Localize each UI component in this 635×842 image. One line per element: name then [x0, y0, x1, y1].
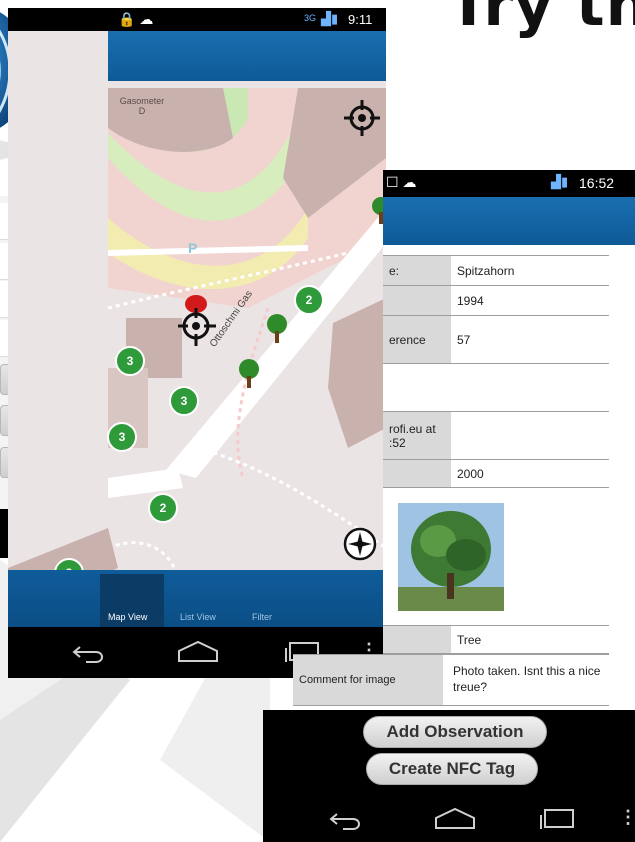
table-row: e: Spitzahorn	[383, 255, 609, 286]
home-icon[interactable]	[176, 639, 220, 665]
detail-phone: ☐ ☁ ▟▮ 16:52 e: Spitzahorn 1994 erence 5…	[263, 170, 635, 842]
row-label	[383, 459, 451, 488]
headline-title: Try th	[448, 0, 635, 40]
row-value: 2000	[451, 459, 609, 488]
current-location-marker[interactable]	[174, 294, 218, 350]
row-value: 57	[451, 315, 609, 364]
row-label: Comment for image	[293, 655, 443, 705]
row-value: Photo taken. Isnt this a nice treue?	[453, 664, 601, 694]
table-row: rofi.eu at :52	[383, 411, 609, 460]
row-label: e:	[383, 255, 451, 286]
detail-status-bar: ☐ ☁ ▟▮ 16:52	[383, 170, 635, 197]
status-time: 9:11	[348, 12, 373, 27]
tab-label: Map View	[108, 612, 148, 622]
row-label: rofi.eu at :52	[383, 411, 451, 460]
map-cluster-marker[interactable]: 3	[107, 422, 137, 452]
map-cluster-marker[interactable]: 3	[169, 386, 199, 416]
map-status-bar: 🔒 ☁ 3G ▟▮ 9:11	[8, 8, 386, 31]
place-label: Gasometer D	[119, 96, 165, 116]
map-cluster-marker[interactable]: 3	[115, 346, 145, 376]
create-nfc-tag-button[interactable]: Create NFC Tag	[366, 753, 538, 785]
row-value: Spitzahorn	[451, 255, 609, 286]
table-row: 2000	[383, 459, 609, 488]
table-row	[383, 363, 609, 412]
home-icon[interactable]	[433, 806, 477, 832]
row-value: 1994	[451, 285, 609, 316]
tree-photo[interactable]	[398, 503, 504, 611]
notification-icons: 🔒 ☁	[118, 11, 154, 27]
row-label	[383, 363, 451, 412]
table-row: Tree	[383, 625, 609, 654]
signal-icon: ▟▮	[551, 174, 569, 189]
tree-marker-icon[interactable]	[236, 358, 262, 390]
network-badge: 3G	[304, 13, 317, 23]
table-row: erence 57	[383, 315, 609, 364]
signal-icon: ▟▮	[321, 11, 339, 26]
tab-map-view[interactable]: Map View	[100, 574, 164, 627]
row-value	[451, 411, 609, 460]
detail-app-bar	[383, 197, 635, 245]
row-label: erence	[383, 315, 451, 364]
menu-dots-icon[interactable]: ⋮	[619, 807, 635, 828]
tab-list-view[interactable]: List View	[180, 612, 216, 622]
notification-icons: ☐ ☁	[386, 174, 417, 190]
detail-bottom-bar: Add Observation Create NFC Tag ⋮	[263, 710, 635, 842]
parking-label: P	[188, 240, 198, 256]
locate-target-icon[interactable]	[342, 98, 382, 138]
row-label	[383, 625, 451, 654]
table-row: 1994	[383, 285, 609, 316]
status-time: 16:52	[579, 175, 615, 191]
row-value: Tree	[451, 625, 609, 654]
map-cluster-marker[interactable]: 2	[148, 493, 178, 523]
row-value	[451, 363, 609, 412]
recent-apps-icon[interactable]	[539, 807, 577, 831]
comment-row: Comment for image Photo taken. Isnt this…	[293, 654, 609, 706]
row-label	[383, 285, 451, 316]
back-icon[interactable]	[72, 641, 106, 665]
back-icon[interactable]	[329, 808, 363, 832]
map-app-bar	[108, 31, 386, 81]
add-observation-button[interactable]: Add Observation	[363, 716, 547, 748]
